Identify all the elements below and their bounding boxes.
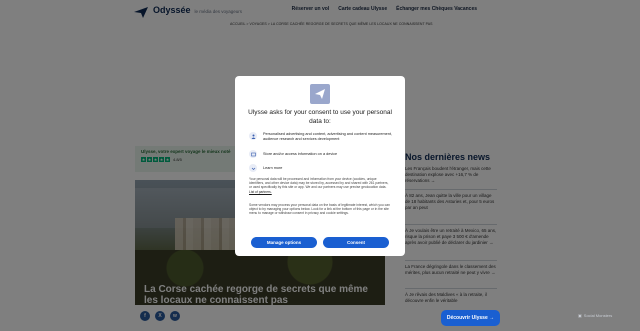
purpose-advertising-text: Personalised advertising and content, ad… <box>263 132 392 141</box>
legal-text-1-body: Your personal data will be processed and… <box>249 177 389 190</box>
partners-link[interactable]: List of partners. <box>249 190 272 194</box>
person-icon <box>249 132 257 140</box>
learn-more-toggle[interactable]: Learn more <box>249 164 399 172</box>
watermark-icon: ▣ <box>578 313 582 318</box>
legal-text-2: Some vendors may process your personal d… <box>249 203 390 216</box>
watermark: ▣ Social Monsters <box>578 313 612 318</box>
consent-title: Ulysse asks for your consent to use your… <box>248 109 392 125</box>
chevron-down-icon <box>249 164 257 172</box>
manage-options-button[interactable]: Manage options <box>251 237 317 248</box>
consent-dialog: Ulysse asks for your consent to use your… <box>235 76 405 256</box>
paper-plane-logo-icon <box>310 84 330 104</box>
discover-ulysse-button[interactable]: Découvrir Ulysse → <box>441 310 500 326</box>
purpose-storage-text: Store and/or access information on a dev… <box>263 151 338 156</box>
purpose-advertising: Personalised advertising and content, ad… <box>249 132 399 141</box>
consent-button[interactable]: Consent <box>323 237 389 248</box>
learn-more-label: Learn more <box>263 165 283 170</box>
watermark-text: Social Monsters <box>583 313 613 318</box>
legal-text-1: Your personal data will be processed and… <box>249 177 392 194</box>
device-icon <box>249 150 257 158</box>
purpose-storage: Store and/or access information on a dev… <box>249 150 399 158</box>
